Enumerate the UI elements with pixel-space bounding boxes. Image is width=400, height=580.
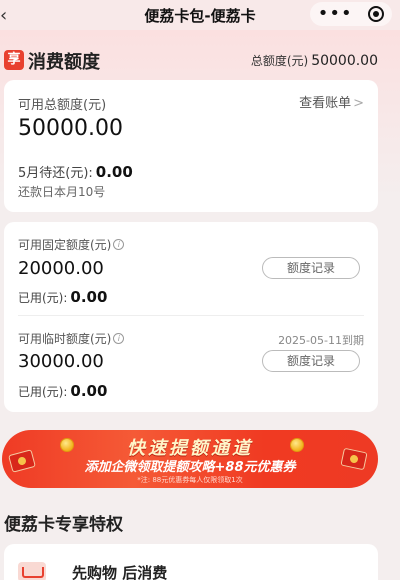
chevron-right-icon: > [353,96,364,111]
fixed-used-value: 0.00 [70,288,108,306]
available-limit-value: 50000.00 [18,116,123,141]
more-dots-icon[interactable]: ••• [318,5,353,23]
view-bill-label: 查看账单 [299,96,352,111]
privilege-item-title: 先购物 后消费 [72,564,168,580]
due-label: 5月待还(元): [18,166,93,181]
fixed-limit-value: 20000.00 [18,258,104,279]
target-icon[interactable] [368,6,385,22]
privilege-item[interactable]: 先购物 后消费 [4,544,378,580]
privileges-title: 便荔卡专享特权 [4,515,123,535]
brand-badge: 享 [4,50,24,70]
temp-used-value: 0.00 [70,382,108,400]
consumption-limit-header: 享 消费额度 总额度(元) 50000.00 [0,48,400,74]
temp-limit-value: 30000.00 [18,351,104,372]
temp-used-label: 已用(元): [18,385,68,399]
due-amount: 5月待还(元): 0.00 [18,162,133,181]
temp-limit-label-text: 可用临时额度(元) [18,332,112,346]
temp-limit-expiry: 2025-05-11到期 [278,334,364,347]
fixed-used-label: 已用(元): [18,291,68,305]
total-limit-label: 总额度(元) [250,54,309,68]
fixed-limit-record-button[interactable]: 额度记录 [262,257,360,279]
fixed-limit-label: 可用固定额度(元) i [18,236,125,253]
info-icon[interactable]: i [113,333,125,344]
total-limit: 总额度(元) 50000.00 [251,52,378,69]
repay-day: 还款日本月10号 [18,185,106,199]
limit-detail-card: 可用固定额度(元) i 20000.00 额度记录 已用(元): 0.00 可用临时… [4,222,378,412]
fixed-limit-label-text: 可用固定额度(元) [18,238,112,252]
temp-limit-record-button[interactable]: 额度记录 [262,350,360,372]
info-icon[interactable]: i [113,239,125,250]
section-title: 消费额度 [28,52,100,73]
total-limit-value: 50000.00 [311,53,378,69]
quick-raise-banner[interactable]: 快速提额通道 添加企微领取提额攻略+88元优惠券 *注: 88元优惠券每人仅限领… [2,430,378,488]
view-bill-link[interactable]: 查看账单 > [299,92,364,111]
banner-subtitle: 添加企微领取提额攻略+88元优惠券 [84,460,296,475]
shopping-cart-icon [18,562,46,580]
banner-note: *注: 88元优惠券每人仅限领取1次 [137,476,243,484]
fixed-used: 已用(元): 0.00 [18,288,107,306]
top-bar: ‹ 便荔卡包-便荔卡 ••• [0,0,400,30]
available-limit-card: 可用总额度(元) 查看账单 > 50000.00 5月待还(元): 0.00 还款日… [4,80,378,212]
available-limit-label: 可用总额度(元) [18,98,107,113]
divider [18,315,364,316]
mini-program-capsule: ••• [310,2,392,26]
due-value: 0.00 [95,163,133,181]
temp-used: 已用(元): 0.00 [18,382,107,400]
temp-limit-label: 可用临时额度(元) i [18,330,125,347]
